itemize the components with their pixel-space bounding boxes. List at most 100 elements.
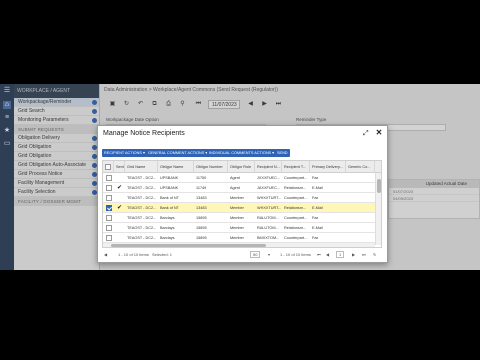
cell-recipient-name: RALUTOM... — [257, 226, 279, 230]
cell-obligor-number: 15895 — [196, 226, 207, 230]
column-header[interactable]: Obligor Number — [194, 161, 228, 173]
dialog-title: Manage Notice Recipients — [103, 130, 185, 137]
list-icon[interactable]: ≡ — [3, 114, 11, 122]
grid-header: Sent Grid Name Obligor Name Obligor Numb… — [103, 161, 381, 173]
cell-obligor-number: 11749 — [196, 186, 207, 190]
selected-count: Selected: 1 — [152, 252, 173, 257]
row-checkbox[interactable] — [106, 175, 112, 181]
page-number-input[interactable]: 1 — [336, 251, 345, 258]
refresh-icon[interactable]: ↻ — [373, 250, 376, 260]
column-header[interactable]: Obligor Role — [228, 161, 255, 173]
cell-generic — [346, 203, 375, 213]
column-header[interactable]: Obligor Name — [158, 161, 194, 173]
prev-icon[interactable]: ◀ — [326, 250, 329, 260]
table-row[interactable]: TEAOST - DC2... Bank of NT 13483 Member … — [103, 193, 375, 203]
last-page-icon[interactable]: ⏭ — [362, 250, 366, 260]
cell-delivery: E-Mail — [312, 186, 323, 190]
table-row-selected[interactable]: ✔ TEAOST - DC2... Bank of NT 13483 Membe… — [103, 203, 375, 213]
vertical-scrollbar[interactable] — [375, 173, 381, 245]
page-size-select[interactable]: 50 — [250, 251, 261, 258]
sent-check-icon: ✔ — [117, 185, 123, 191]
column-header[interactable]: Generic Co... — [346, 161, 375, 173]
cell-delivery: E-Mail — [312, 206, 323, 210]
cell-recipient-name: WHXXTURT... — [257, 196, 282, 200]
column-header[interactable]: Primary Delivery... — [310, 161, 346, 173]
table-row[interactable]: TEAOST - DC2... UPSBANK 11750 Agent JXXX… — [103, 173, 375, 183]
cell-recipient-name: JXXXFUEC... — [257, 176, 280, 180]
cell-recipient-type: Counterpart... — [284, 216, 308, 220]
recipients-grid: Sent Grid Name Obligor Name Obligor Numb… — [102, 160, 382, 248]
row-checkbox[interactable] — [106, 225, 112, 231]
cell-generic — [346, 233, 375, 243]
chevron-down-icon[interactable]: ▾ — [268, 250, 270, 260]
general-comment-actions-button[interactable]: GENERAL COMMENT ACTIONS ▾ — [146, 149, 210, 157]
cell-grid-name: TEAOST - DC2... — [127, 196, 157, 200]
cell-obligor-name: Barclays — [160, 226, 175, 230]
menu-icon[interactable]: ☰ — [3, 87, 11, 95]
cell-recipient-type: Counterpart... — [284, 236, 308, 240]
cell-recipient-name: RALUTOM... — [257, 216, 279, 220]
cell-obligor-number: 13483 — [196, 196, 207, 200]
horizontal-scrollbar[interactable] — [103, 243, 375, 247]
row-checkbox[interactable] — [106, 235, 112, 241]
cell-grid-name: TEAOST - DC2... — [127, 236, 157, 240]
scroll-thumb[interactable] — [377, 179, 381, 193]
cell-obligor-name: Bank of NT — [160, 206, 179, 210]
icon-rail: ☰ ⌂ ≡ ★ ▭ — [0, 84, 14, 270]
sent-check-icon: ✔ — [117, 205, 123, 211]
cell-recipient-type: Relationsm... — [284, 186, 307, 190]
column-header[interactable]: Sent — [114, 161, 125, 173]
row-checkbox[interactable] — [106, 185, 112, 191]
cell-recipient-type: Relationsm... — [284, 226, 307, 230]
next-icon[interactable]: ▶ — [352, 250, 355, 260]
cell-obligor-role: Member — [230, 226, 244, 230]
cell-delivery: Fax — [312, 216, 319, 220]
individual-comments-actions-button[interactable]: INDIVIDUAL COMMENTS ACTIONS ▾ — [207, 149, 277, 157]
manage-notice-recipients-dialog: Manage Notice Recipients ⤢ ✕ RECIPIENT A… — [97, 125, 388, 263]
cell-obligor-number: 11750 — [196, 176, 207, 180]
table-row[interactable]: TEAOST - DC2... Barclays 15895 Member BM… — [103, 233, 375, 243]
expand-icon[interactable]: ⤢ — [363, 130, 370, 137]
cell-generic — [346, 223, 375, 233]
cell-obligor-name: Barclays — [160, 236, 175, 240]
first-page-icon[interactable]: ⏮ — [317, 250, 321, 260]
cell-delivery: Fax — [312, 196, 319, 200]
select-all-checkbox[interactable] — [105, 164, 111, 170]
cell-generic — [346, 183, 375, 193]
cell-obligor-name: UPSBANK — [160, 186, 179, 190]
table-row[interactable]: ✔ TEAOST - DC2... UPSBANK 11749 Agent JA… — [103, 183, 375, 193]
prev-page-icon[interactable]: ◀ — [104, 250, 107, 260]
star-icon[interactable]: ★ — [3, 127, 11, 135]
cell-grid-name: TEAOST - DC2... — [127, 216, 157, 220]
cell-obligor-number: 15895 — [196, 236, 207, 240]
column-header[interactable]: Recipient N... — [255, 161, 282, 173]
items-summary: 1 - 10 of 10 items — [118, 252, 149, 257]
table-row[interactable]: TEAOST - DC2... Barclays 15895 Member RA… — [103, 213, 375, 223]
cell-obligor-number: 13483 — [196, 206, 207, 210]
video-frame: ☰ ⌂ ≡ ★ ▭ WORKPLACE / AGENT Workpackage/… — [0, 0, 480, 360]
row-checkbox[interactable] — [106, 205, 112, 211]
cell-recipient-name: BMXXTOM... — [257, 236, 280, 240]
scroll-thumb[interactable] — [111, 244, 266, 247]
cell-obligor-role: Member — [230, 216, 244, 220]
home-icon[interactable]: ⌂ — [3, 101, 11, 109]
row-checkbox[interactable] — [106, 215, 112, 221]
select-all-header[interactable] — [103, 161, 114, 173]
cell-delivery: Fax — [312, 236, 319, 240]
table-row[interactable]: TEAOST - DC2... Barclays 15895 Member RA… — [103, 223, 375, 233]
column-header[interactable]: Recipient T... — [282, 161, 310, 173]
send-button[interactable]: SEND — [275, 149, 290, 157]
cell-grid-name: TEAOST - DC2... — [127, 176, 157, 180]
folder-icon[interactable]: ▭ — [3, 140, 11, 148]
cell-obligor-role: Agent — [230, 186, 240, 190]
cell-obligor-name: Bank of NT — [160, 196, 179, 200]
row-checkbox[interactable] — [106, 195, 112, 201]
cell-delivery: E-Mail — [312, 226, 323, 230]
close-icon[interactable]: ✕ — [375, 129, 383, 137]
column-header[interactable]: Grid Name — [125, 161, 158, 173]
cell-obligor-role: Agent — [230, 176, 240, 180]
cell-obligor-name: Barclays — [160, 216, 175, 220]
recipient-actions-button[interactable]: RECIPIENT ACTIONS ▾ — [102, 149, 147, 157]
cell-obligor-role: Member — [230, 206, 244, 210]
pagination-bar: ◀ 1 - 10 of 10 items Selected: 1 50 ▾ 1 … — [102, 250, 384, 260]
